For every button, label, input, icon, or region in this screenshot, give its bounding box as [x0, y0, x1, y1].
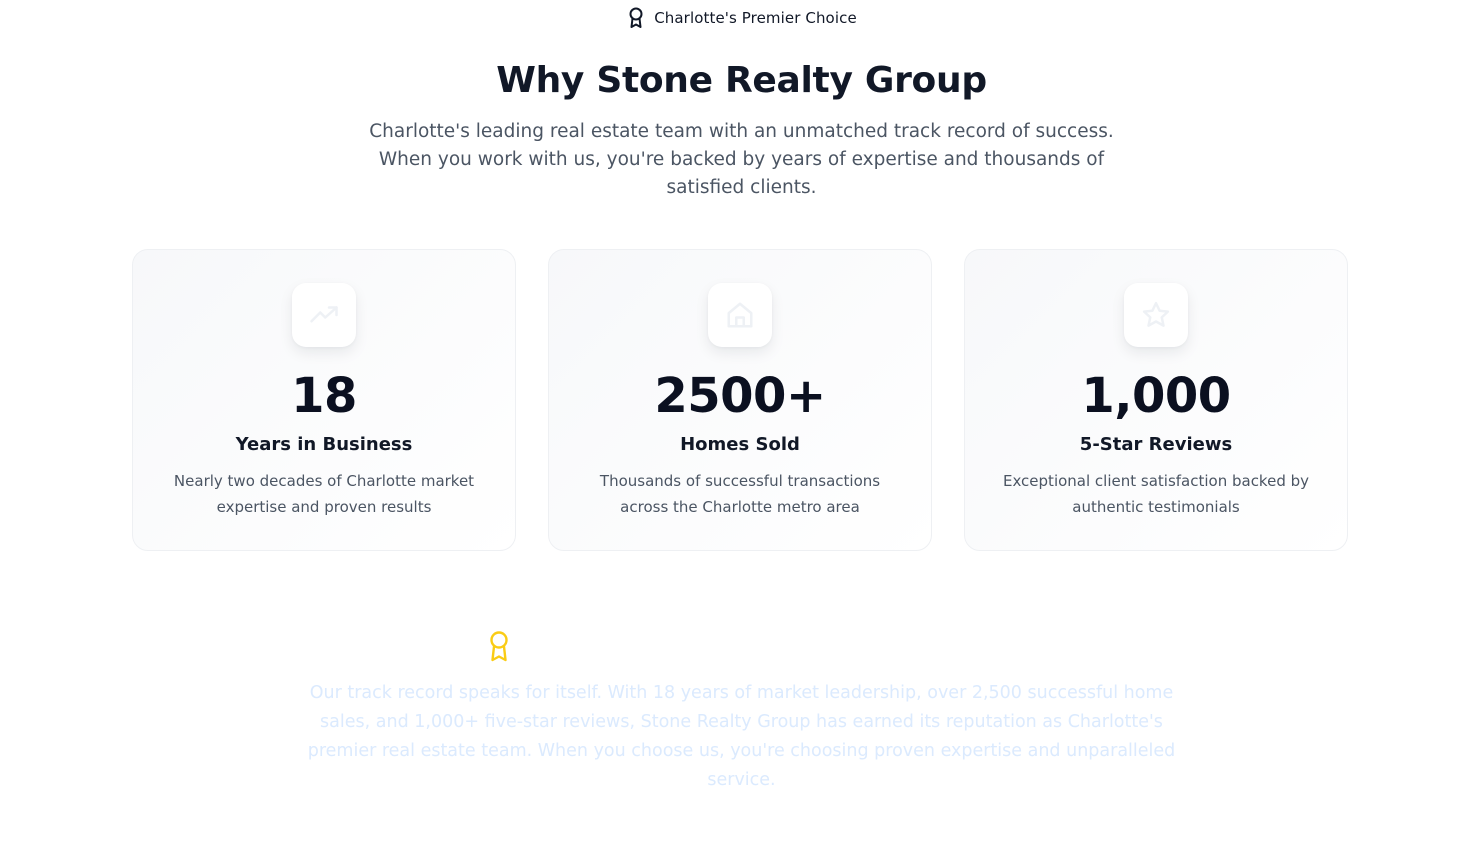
home-icon [708, 283, 772, 347]
section-title: Why Stone Realty Group [496, 60, 987, 101]
stat-card-reviews: 1,000 5-Star Reviews Exceptional client … [964, 249, 1348, 551]
stats-cards: 18 Years in Business Nearly two decades … [132, 249, 1348, 551]
trending-up-icon [292, 283, 356, 347]
badge-label: Charlotte's Premier Choice [654, 9, 857, 27]
stat-label: Homes Sold [680, 434, 800, 455]
premier-choice-badge: Charlotte's Premier Choice [0, 6, 1483, 30]
stat-value: 1,000 [1081, 368, 1231, 424]
stat-description: Thousands of successful transactions acr… [599, 472, 881, 516]
stat-description: Nearly two decades of Charlotte market e… [173, 472, 475, 516]
award-ribbon-icon [486, 630, 512, 662]
stat-label: 5-Star Reviews [1079, 434, 1233, 455]
stat-card-homes: 2500+ Homes Sold Thousands of successful… [548, 249, 932, 551]
award-ribbon-icon [626, 6, 646, 30]
stat-value: 18 [291, 368, 357, 424]
why-stone-realty-section: Charlotte's Premier Choice Why Stone Rea… [0, 0, 1483, 846]
stat-label: Years in Business [235, 434, 413, 455]
stat-card-years: 18 Years in Business Nearly two decades … [132, 249, 516, 551]
stat-description: Exceptional client satisfaction backed b… [1002, 472, 1310, 516]
stat-value: 2500+ [654, 368, 826, 424]
section-subtitle: Charlotte's leading real estate team wit… [369, 121, 1114, 198]
closing-statement: Our track record speaks for itself. With… [307, 683, 1176, 790]
star-icon [1124, 283, 1188, 347]
